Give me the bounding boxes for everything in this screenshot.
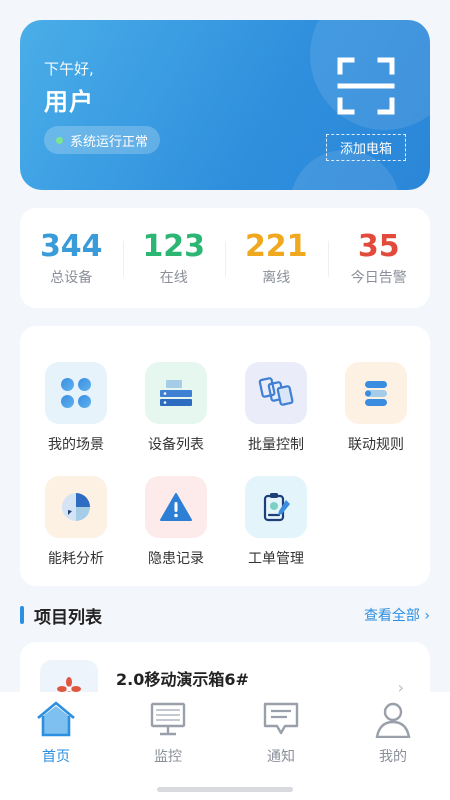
- stat-label: 离线: [262, 270, 291, 286]
- scan-icon[interactable]: [336, 56, 396, 116]
- system-status-label: 系统运行正常: [70, 134, 149, 150]
- section-accent-bar: [20, 606, 24, 624]
- function-label: 批量控制: [248, 437, 304, 453]
- device-list-icon: [145, 362, 207, 424]
- monitor-icon: [150, 702, 186, 736]
- linkage-rule-icon: [345, 362, 407, 424]
- system-status-badge: 系统运行正常: [44, 126, 161, 154]
- tab-home[interactable]: 首页: [0, 700, 112, 766]
- function-grid: 我的场景 设备列表 批量控制 联动规则 能耗分析 隐患记录 工单管理: [20, 326, 430, 586]
- stat-label: 在线: [159, 270, 188, 286]
- stat-value: 221: [244, 229, 308, 264]
- scene-icon: [45, 362, 107, 424]
- function-label: 我的场景: [48, 437, 104, 453]
- function-my-scenes[interactable]: 我的场景: [26, 362, 126, 454]
- function-linkage-rules[interactable]: 联动规则: [326, 362, 426, 454]
- tab-label: 通知: [267, 749, 295, 765]
- stat-label: 今日告警: [350, 270, 407, 286]
- tab-label: 首页: [42, 749, 70, 765]
- batch-control-icon: [245, 362, 307, 424]
- function-label: 能耗分析: [48, 551, 104, 567]
- hero-banner: 下午好, 用户 系统运行正常 添加电箱: [20, 20, 430, 190]
- function-label: 隐患记录: [148, 551, 204, 567]
- tab-label: 我的: [379, 749, 407, 765]
- function-device-list[interactable]: 设备列表: [126, 362, 226, 454]
- status-dot-icon: [56, 136, 63, 144]
- hazard-record-icon: [145, 476, 207, 538]
- home-icon: [37, 701, 75, 737]
- add-electric-box-button[interactable]: 添加电箱: [326, 134, 406, 161]
- tab-profile[interactable]: 我的: [337, 700, 449, 766]
- function-work-order[interactable]: 工单管理: [226, 476, 326, 568]
- stat-total-devices[interactable]: 344 总设备: [20, 229, 123, 287]
- stat-today-alarms[interactable]: 35 今日告警: [327, 229, 431, 287]
- device-stats-card: 344 总设备 123 在线 221 离线 35 今日告警: [20, 208, 430, 308]
- function-energy-analysis[interactable]: 能耗分析: [26, 476, 126, 568]
- home-indicator: [157, 787, 293, 792]
- view-all-link[interactable]: 查看全部 ›: [364, 605, 430, 625]
- stat-value: 35: [357, 229, 400, 264]
- stat-online[interactable]: 123 在线: [122, 229, 226, 287]
- function-label: 工单管理: [248, 551, 304, 567]
- stat-offline[interactable]: 221 离线: [225, 229, 328, 287]
- energy-analysis-icon: [45, 476, 107, 538]
- notification-icon: [263, 702, 299, 735]
- greeting-text: 下午好,: [44, 60, 94, 78]
- profile-icon: [375, 702, 411, 739]
- function-batch-control[interactable]: 批量控制: [226, 362, 326, 454]
- function-hazard-record[interactable]: 隐患记录: [126, 476, 226, 568]
- function-label: 设备列表: [148, 437, 204, 453]
- stat-value: 123: [142, 229, 206, 264]
- work-order-icon: [245, 476, 307, 538]
- project-name: 2.0移动演示箱6#: [116, 670, 249, 689]
- tab-monitor[interactable]: 监控: [112, 700, 224, 766]
- project-list-header: 项目列表 查看全部 ›: [20, 600, 430, 630]
- stat-value: 344: [39, 229, 103, 264]
- stat-label: 总设备: [50, 270, 93, 286]
- bottom-tab-bar: 首页 监控 通知 我的: [0, 692, 450, 800]
- function-label: 联动规则: [348, 437, 404, 453]
- tab-notification[interactable]: 通知: [225, 700, 337, 766]
- section-title: 项目列表: [34, 607, 102, 628]
- tab-label: 监控: [154, 749, 182, 765]
- username: 用户: [44, 88, 94, 116]
